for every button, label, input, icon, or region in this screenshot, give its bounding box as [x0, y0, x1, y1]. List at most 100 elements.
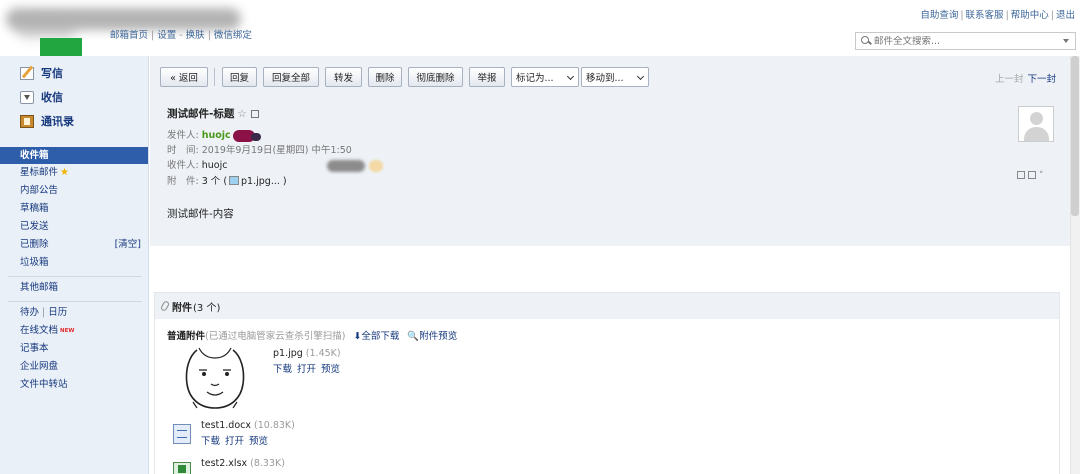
attachments-title-text: 附件: [172, 302, 192, 314]
excel-icon: [173, 462, 191, 474]
link-logout[interactable]: 退出: [1056, 10, 1075, 21]
next-mail-link[interactable]: 下一封: [1027, 74, 1056, 85]
calendar-link[interactable]: 日历: [48, 307, 67, 318]
preview-all-link[interactable]: 🔍附件预览: [407, 331, 457, 342]
folder-other-label: 其他邮箱: [20, 282, 59, 293]
avatar: [1018, 106, 1054, 142]
nav-skin[interactable]: 换肤: [186, 30, 205, 41]
link-self-service[interactable]: 自助查询: [920, 10, 958, 21]
preview-link[interactable]: 预览: [321, 364, 340, 375]
compose-button[interactable]: 写信: [0, 61, 148, 85]
time-label: 时 间:: [167, 145, 199, 156]
redacted-mark: [232, 129, 263, 142]
redacted-mark: [327, 160, 387, 172]
move-to-dropdown[interactable]: 移动到...: [581, 67, 649, 87]
folder-internal[interactable]: 内部公告: [0, 182, 148, 200]
preview-link[interactable]: 预览: [249, 436, 268, 447]
preview-all-label: 附件预览: [419, 331, 458, 342]
star-icon: ★: [60, 167, 69, 178]
top-nav: 邮箱首页 | 设置 - 换肤 | 微信绑定: [110, 30, 252, 41]
link-help-center[interactable]: 帮助中心: [1011, 10, 1049, 21]
back-button[interactable]: « 返回: [160, 67, 208, 87]
header: 邮箱首页 | 设置 - 换肤 | 微信绑定 自助查询 | 联系客服 | 帮助中心 | 退出: [0, 0, 1080, 58]
attachment-size: (8.33K): [250, 458, 285, 469]
chevron-down-icon: [636, 72, 645, 81]
netdisk-label: 企业网盘: [20, 361, 59, 372]
to-value[interactable]: huojc: [202, 160, 228, 171]
attachment-size: (1.45K): [305, 348, 341, 359]
folder-sent[interactable]: 已发送: [0, 218, 148, 236]
main-panel: « 返回 回复 回复全部 转发 删除 彻底删除 举报 标记为... 移动到...…: [150, 56, 1080, 474]
download-link[interactable]: 下载: [201, 436, 220, 447]
scan-note: (已通过电脑管家云查杀引擎扫描): [205, 331, 346, 342]
reply-all-button[interactable]: 回复全部: [263, 67, 319, 87]
attachment-size: (10.83K): [254, 420, 295, 431]
attachments-title: 附件 (3 个): [155, 293, 1059, 319]
time-value: 2019年9月19日(星期四) 中午1:50: [201, 145, 352, 156]
netdisk-link[interactable]: 企业网盘: [0, 358, 148, 376]
print-icon[interactable]: [1028, 171, 1036, 179]
folder-other-mailbox[interactable]: 其他邮箱: [0, 279, 148, 297]
attach-count: 3 个 (: [201, 176, 228, 187]
window-icon[interactable]: [1017, 171, 1025, 179]
download-link[interactable]: 下载: [273, 364, 292, 375]
folder-deleted-label: 已删除: [20, 239, 49, 250]
mark-as-dropdown[interactable]: 标记为...: [511, 67, 579, 87]
sidebar: 写信 收信 通讯录 收件箱 星标邮件 ★ 内部公告 草稿箱 已发送 已删除 [清空…: [0, 56, 149, 474]
online-doc-link[interactable]: 在线文档 NEW: [0, 322, 148, 340]
folder-drafts[interactable]: 草稿箱: [0, 200, 148, 218]
compose-icon: [20, 66, 34, 80]
prev-mail-link[interactable]: 上一封: [995, 74, 1024, 85]
notes-link[interactable]: 记事本: [0, 340, 148, 358]
address-book-icon: [20, 114, 34, 128]
mail-tools: ˅: [1017, 171, 1044, 181]
search-input[interactable]: [874, 35, 1063, 47]
folder-inbox[interactable]: 收件箱: [0, 147, 148, 164]
delete-button[interactable]: 删除: [368, 67, 402, 87]
receive-button[interactable]: 收信: [0, 85, 148, 109]
folder-starred[interactable]: 星标邮件 ★: [0, 164, 148, 182]
attachment-name[interactable]: p1.jpg: [273, 348, 303, 359]
folder-spam[interactable]: 垃圾箱: [0, 254, 148, 272]
folder-deleted[interactable]: 已删除 [清空]: [0, 236, 148, 254]
attachments-panel: 附件 (3 个) 普通附件(已通过电脑管家云查杀引擎扫描) ⬇全部下载 🔍附件预览 p…: [154, 292, 1060, 474]
reply-button[interactable]: 回复: [222, 67, 257, 87]
chevron-down-icon: [566, 72, 575, 81]
chevron-down-icon[interactable]: ˅: [1039, 171, 1044, 181]
scrollbar-thumb[interactable]: [1071, 56, 1079, 216]
attachment-name[interactable]: test1.docx: [201, 420, 251, 431]
folder-starred-label: 星标邮件: [20, 167, 59, 178]
scrollbar[interactable]: [1070, 56, 1080, 474]
mail-header: 测试邮件-标题 ☆ 发件人: huojc 时 间: 2019年9月19日(星期四)…: [150, 96, 1070, 246]
nav-wechat-bind[interactable]: 微信绑定: [214, 30, 252, 41]
star-outline-icon[interactable]: ☆: [237, 108, 246, 120]
chevron-down-icon[interactable]: [1063, 39, 1069, 43]
inbox-icon: [20, 90, 34, 104]
nav-settings[interactable]: 设置: [157, 30, 176, 41]
divider: [8, 301, 142, 302]
normal-attachments-label: 普通附件: [167, 331, 206, 342]
delete-forever-button[interactable]: 彻底删除: [408, 67, 463, 87]
attachment-name[interactable]: test2.xlsx: [201, 458, 247, 469]
attach-preview-link[interactable]: p1.jpg... ): [241, 176, 287, 187]
todo-link[interactable]: 待办: [20, 307, 39, 318]
popout-window-icon[interactable]: [250, 110, 259, 118]
open-link[interactable]: 打开: [225, 436, 244, 447]
clear-deleted-link[interactable]: [清空]: [115, 236, 141, 254]
forward-button[interactable]: 转发: [325, 67, 362, 87]
image-thumbnail[interactable]: [179, 344, 251, 410]
search-box[interactable]: [855, 32, 1076, 50]
report-button[interactable]: 举报: [469, 67, 505, 87]
attach-row: 附 件: 3 个 (p1.jpg... ): [167, 173, 287, 187]
nav-mailbox-home[interactable]: 邮箱首页: [110, 30, 148, 41]
from-label: 发件人:: [167, 130, 199, 141]
attachments-count: (3 个): [193, 302, 221, 314]
file-transfer-link[interactable]: 文件中转站: [0, 376, 148, 394]
download-all-link[interactable]: ⬇全部下载: [353, 331, 399, 342]
image-icon: [229, 176, 240, 185]
contacts-button[interactable]: 通讯录: [0, 109, 148, 133]
open-link[interactable]: 打开: [297, 364, 316, 375]
from-value[interactable]: huojc: [202, 130, 231, 141]
search-icon: [861, 36, 871, 46]
link-contact-support[interactable]: 联系客服: [966, 10, 1004, 21]
